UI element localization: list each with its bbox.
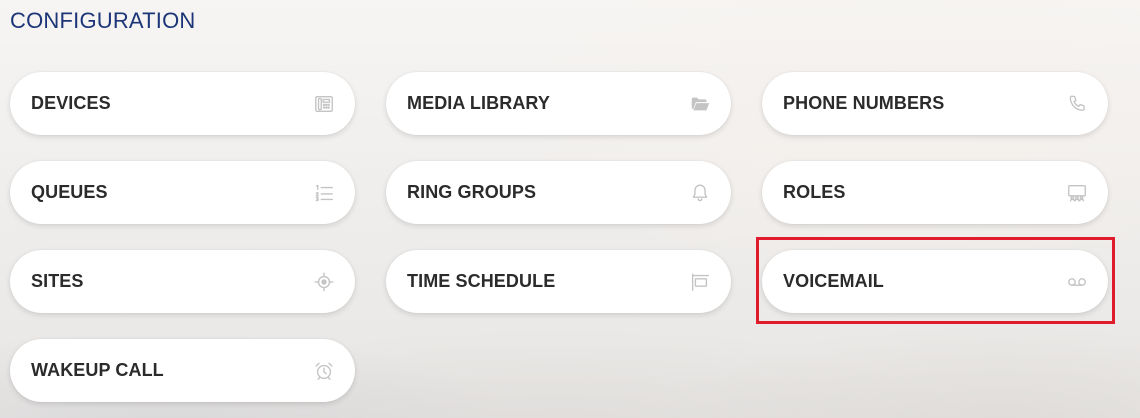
tile-label: PHONE NUMBERS xyxy=(783,93,945,113)
wakeup-call-tile[interactable]: WAKEUP CALL xyxy=(10,339,355,402)
tile-label: DEVICES xyxy=(31,93,111,113)
roles-tile[interactable]: ROLES xyxy=(762,161,1108,224)
phone-icon xyxy=(1066,93,1088,115)
tile-label: MEDIA LIBRARY xyxy=(407,93,550,113)
time-schedule-tile[interactable]: TIME SCHEDULE xyxy=(386,250,731,313)
desk-phone-icon xyxy=(313,93,335,115)
time-schedule-icon xyxy=(689,271,711,293)
bell-icon xyxy=(689,182,711,204)
tile-label: ROLES xyxy=(783,182,846,202)
phone-numbers-tile[interactable]: PHONE NUMBERS xyxy=(762,72,1108,135)
tile-label: VOICEMAIL xyxy=(783,271,884,291)
sites-tile[interactable]: SITES xyxy=(10,250,355,313)
folder-open-icon xyxy=(689,93,711,115)
section-title: CONFIGURATION xyxy=(10,8,196,33)
tile-label: TIME SCHEDULE xyxy=(407,271,556,291)
tile-label: WAKEUP CALL xyxy=(31,360,164,380)
tile-label: QUEUES xyxy=(31,182,108,202)
alarm-clock-icon xyxy=(313,360,335,382)
ring-groups-tile[interactable]: RING GROUPS xyxy=(386,161,731,224)
queues-tile[interactable]: QUEUES xyxy=(10,161,355,224)
tile-label: SITES xyxy=(31,271,84,291)
crosshair-icon xyxy=(313,271,335,293)
numbered-list-icon xyxy=(313,182,335,204)
devices-tile[interactable]: DEVICES xyxy=(10,72,355,135)
voicemail-icon xyxy=(1066,271,1088,293)
voicemail-tile[interactable]: VOICEMAIL xyxy=(762,250,1108,313)
configuration-grid: DEVICES MEDIA LIBRARY PHONE NUMBERS QUEU… xyxy=(10,72,1108,402)
tile-label: RING GROUPS xyxy=(407,182,537,202)
media-library-tile[interactable]: MEDIA LIBRARY xyxy=(386,72,731,135)
roles-icon xyxy=(1066,182,1088,204)
